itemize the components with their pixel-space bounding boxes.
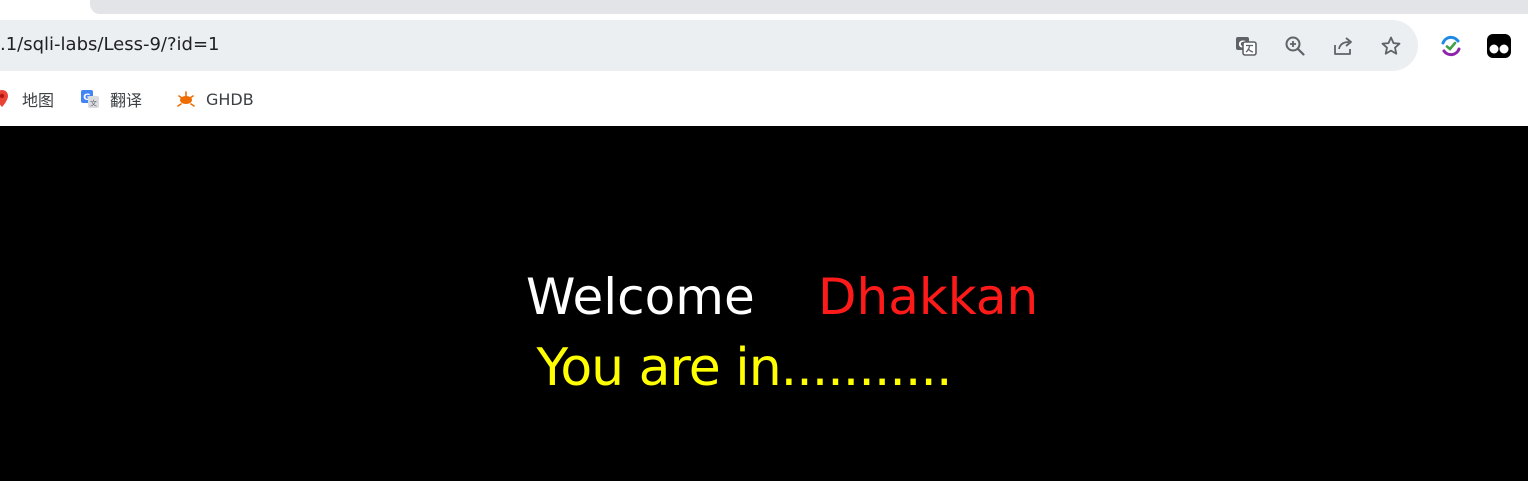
svg-text:文: 文 [90,99,97,108]
bookmark-translate[interactable]: G 文 翻译 [80,87,142,111]
bookmark-label: 翻译 [110,91,143,110]
map-pin-icon [0,89,12,109]
browser-toolbar: .1/sqli-labs/Less-9/?id=1 G [0,20,1528,75]
tab-strip-edge [90,0,1528,14]
page-content: Welcome Dhakkan You are in........... [0,126,1528,481]
bookmark-label: GHDB [206,89,254,109]
zoom-icon[interactable] [1282,33,1308,59]
bookmark-label: 地图 [22,91,55,110]
welcome-text: Welcome [526,268,755,326]
bookmark-star-icon[interactable] [1378,33,1404,59]
welcome-line: Welcome Dhakkan [0,268,1528,330]
tampermonkey-icon[interactable] [1485,32,1513,60]
bookmark-map[interactable]: 地图 [0,87,54,111]
bookmark-ghdb[interactable]: GHDB [176,87,254,111]
share-icon[interactable] [1330,33,1356,59]
address-bar[interactable]: .1/sqli-labs/Less-9/?id=1 G [0,20,1418,71]
sync-extension-icon[interactable] [1437,32,1465,60]
status-text: You are in........... [536,338,952,398]
tab-strip [0,0,1528,20]
username-text: Dhakkan [818,268,1039,326]
translate-icon[interactable]: G [1233,33,1259,59]
ghdb-icon [176,89,196,109]
google-translate-icon: G 文 [80,89,100,109]
status-message: You are in........... [0,338,1528,400]
url-text[interactable]: .1/sqli-labs/Less-9/?id=1 [0,33,220,57]
bookmarks-bar: 地图 G 文 翻译 GHDB [0,75,1528,126]
